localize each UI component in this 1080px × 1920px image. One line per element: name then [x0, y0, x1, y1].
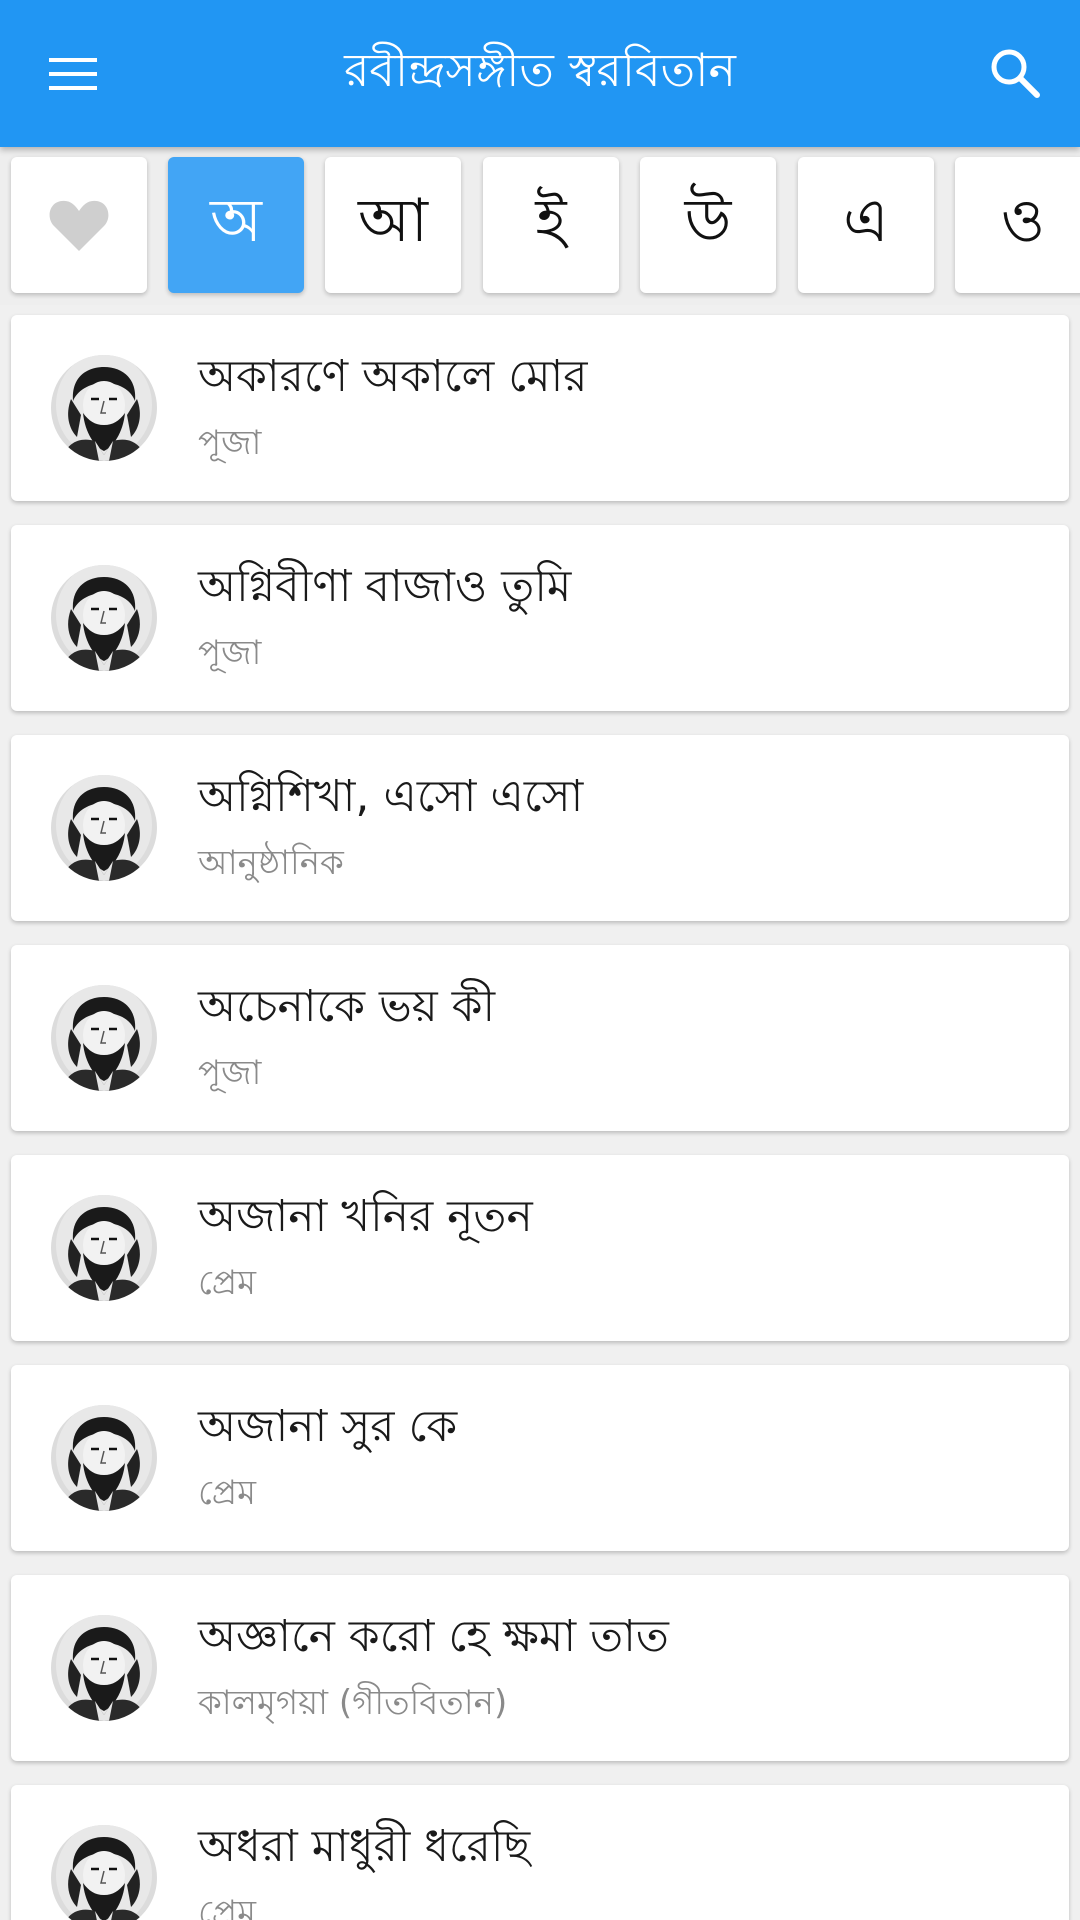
song-category: পূজা: [198, 633, 262, 673]
letter-index-strip: অ আ ই উ এ ও: [0, 147, 1080, 305]
song-item[interactable]: অগ্নিশিখা, এসো এসো আনুষ্ঠানিক: [11, 735, 1069, 921]
letter-tab-5[interactable]: ও: [955, 157, 1080, 293]
song-title: অগ্নিশিখা, এসো এসো: [198, 771, 584, 822]
song-title: অধরা মাধুরী ধরেছি: [198, 1821, 531, 1872]
poet-avatar: [51, 985, 157, 1091]
song-title: অগ্নিবীণা বাজাও তুমি: [198, 561, 572, 612]
song-item[interactable]: অজানা সুর কে প্রেম: [11, 1365, 1069, 1551]
letter-tab-4[interactable]: এ: [798, 157, 934, 293]
poet-avatar: [51, 355, 157, 461]
poet-avatar: [51, 1825, 157, 1920]
poet-avatar: [51, 775, 157, 881]
song-category: পূজা: [198, 423, 262, 463]
song-title: অজানা খনির নূতন: [198, 1191, 533, 1242]
song-item[interactable]: অকারণে অকালে মোর পূজা: [11, 315, 1069, 501]
heart-icon: [49, 200, 109, 251]
poet-avatar: [51, 1195, 157, 1301]
song-category: প্রেম: [198, 1473, 257, 1513]
song-category: পূজা: [198, 1053, 262, 1093]
song-item[interactable]: অজ্ঞানে করো হে ক্ষমা তাত কালমৃগয়া (গীতব…: [11, 1575, 1069, 1761]
song-item[interactable]: অচেনাকে ভয় কী পূজা: [11, 945, 1069, 1131]
song-title: অজানা সুর কে: [198, 1401, 458, 1452]
poet-avatar: [51, 1615, 157, 1721]
song-category: প্রেম: [198, 1263, 257, 1303]
hamburger-menu-icon[interactable]: [38, 40, 108, 108]
letter-tab-1[interactable]: আ: [325, 157, 461, 293]
app-title: রবীন্দ্রসঙ্গীত স্বরবিতান: [344, 42, 736, 97]
song-title: অকারণে অকালে মোর: [198, 351, 588, 402]
poet-avatar: [51, 1405, 157, 1511]
song-title: অচেনাকে ভয় কী: [198, 981, 496, 1032]
letter-tab-2[interactable]: ই: [483, 157, 619, 293]
letter-tab-3[interactable]: উ: [640, 157, 776, 293]
letter-tab-0[interactable]: অ: [168, 157, 304, 293]
song-item[interactable]: অধরা মাধুরী ধরেছি প্রেম: [11, 1785, 1069, 1920]
app-bar: রবীন্দ্রসঙ্গীত স্বরবিতান: [0, 0, 1080, 147]
song-title: অজ্ঞানে করো হে ক্ষমা তাত: [198, 1611, 669, 1662]
favorites-tab[interactable]: [11, 157, 147, 293]
song-item[interactable]: অজানা খনির নূতন প্রেম: [11, 1155, 1069, 1341]
search-icon[interactable]: [980, 38, 1050, 108]
song-list: অকারণে অকালে মোর পূজা অগ্নিবীণা বাজাও তু…: [0, 305, 1080, 1920]
song-category: কালমৃগয়া (গীতবিতান): [198, 1683, 508, 1723]
song-category: আনুষ্ঠানিক: [198, 843, 344, 883]
song-item[interactable]: অগ্নিবীণা বাজাও তুমি পূজা: [11, 525, 1069, 711]
poet-avatar: [51, 565, 157, 671]
song-category: প্রেম: [198, 1893, 257, 1920]
